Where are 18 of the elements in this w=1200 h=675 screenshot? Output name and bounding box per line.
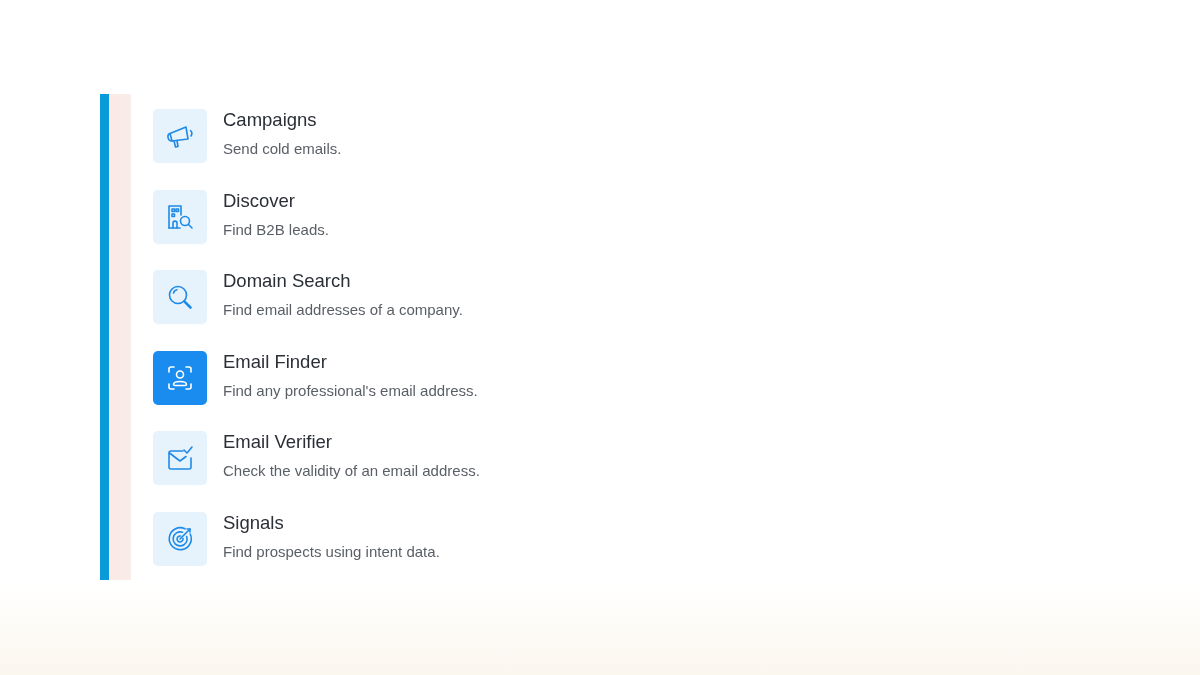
menu-item-description: Find prospects using intent data. xyxy=(223,541,440,562)
menu-item-title[interactable]: Email Verifier xyxy=(223,431,480,454)
search-icon[interactable] xyxy=(153,270,207,325)
user-scan-icon[interactable] xyxy=(153,350,207,405)
menu-item-title[interactable]: Campaigns xyxy=(223,109,342,131)
envelope-check-icon[interactable] xyxy=(153,431,207,486)
menu-item-description: Send cold emails. xyxy=(223,139,342,159)
menu-item-title[interactable]: Email Finder xyxy=(223,350,478,373)
menu-item-description: Find B2B leads. xyxy=(223,219,329,240)
megaphone-icon[interactable] xyxy=(153,109,207,163)
building-search-icon[interactable] xyxy=(153,189,207,244)
menu-item-title[interactable]: Signals xyxy=(223,511,440,534)
target-icon[interactable] xyxy=(153,511,207,566)
menu-item-description: Find email addresses of a company. xyxy=(223,300,463,321)
menu-item-description: Find any professional's email address. xyxy=(223,380,478,401)
menu-item-title[interactable]: Discover xyxy=(223,189,329,212)
menu-item-title[interactable]: Domain Search xyxy=(223,270,463,293)
menu-item-description: Check the validity of an email address. xyxy=(223,461,480,482)
